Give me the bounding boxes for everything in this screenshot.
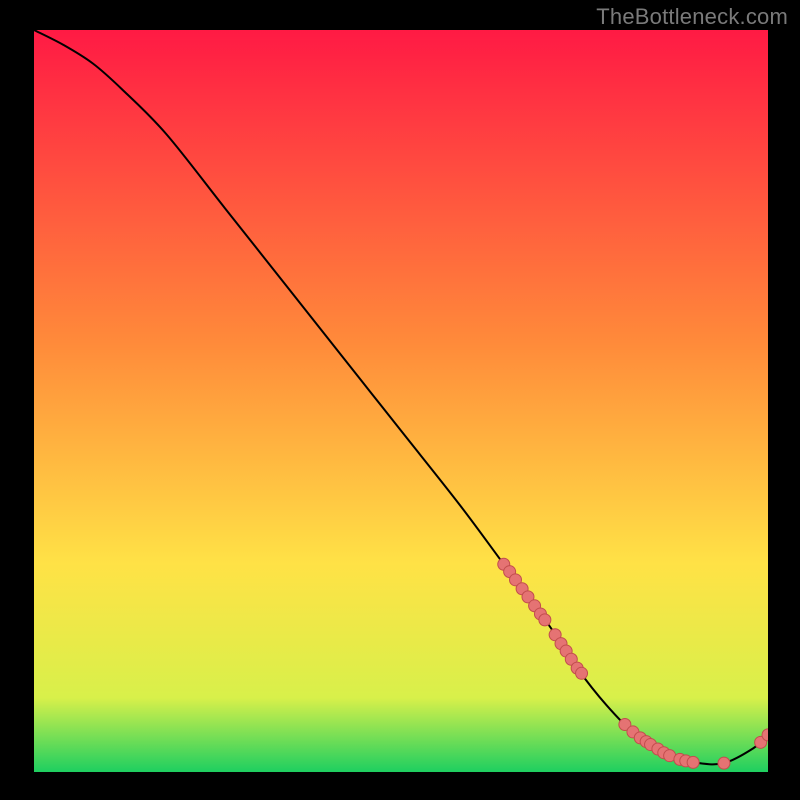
plot-area <box>34 30 768 772</box>
curve-marker <box>576 667 588 679</box>
chart-stage: TheBottleneck.com <box>0 0 800 800</box>
curve-marker <box>718 757 730 769</box>
watermark-text: TheBottleneck.com <box>596 4 788 30</box>
curve-marker <box>539 614 551 626</box>
curve-marker <box>687 756 699 768</box>
gradient-background <box>34 30 768 772</box>
plot-svg <box>34 30 768 772</box>
